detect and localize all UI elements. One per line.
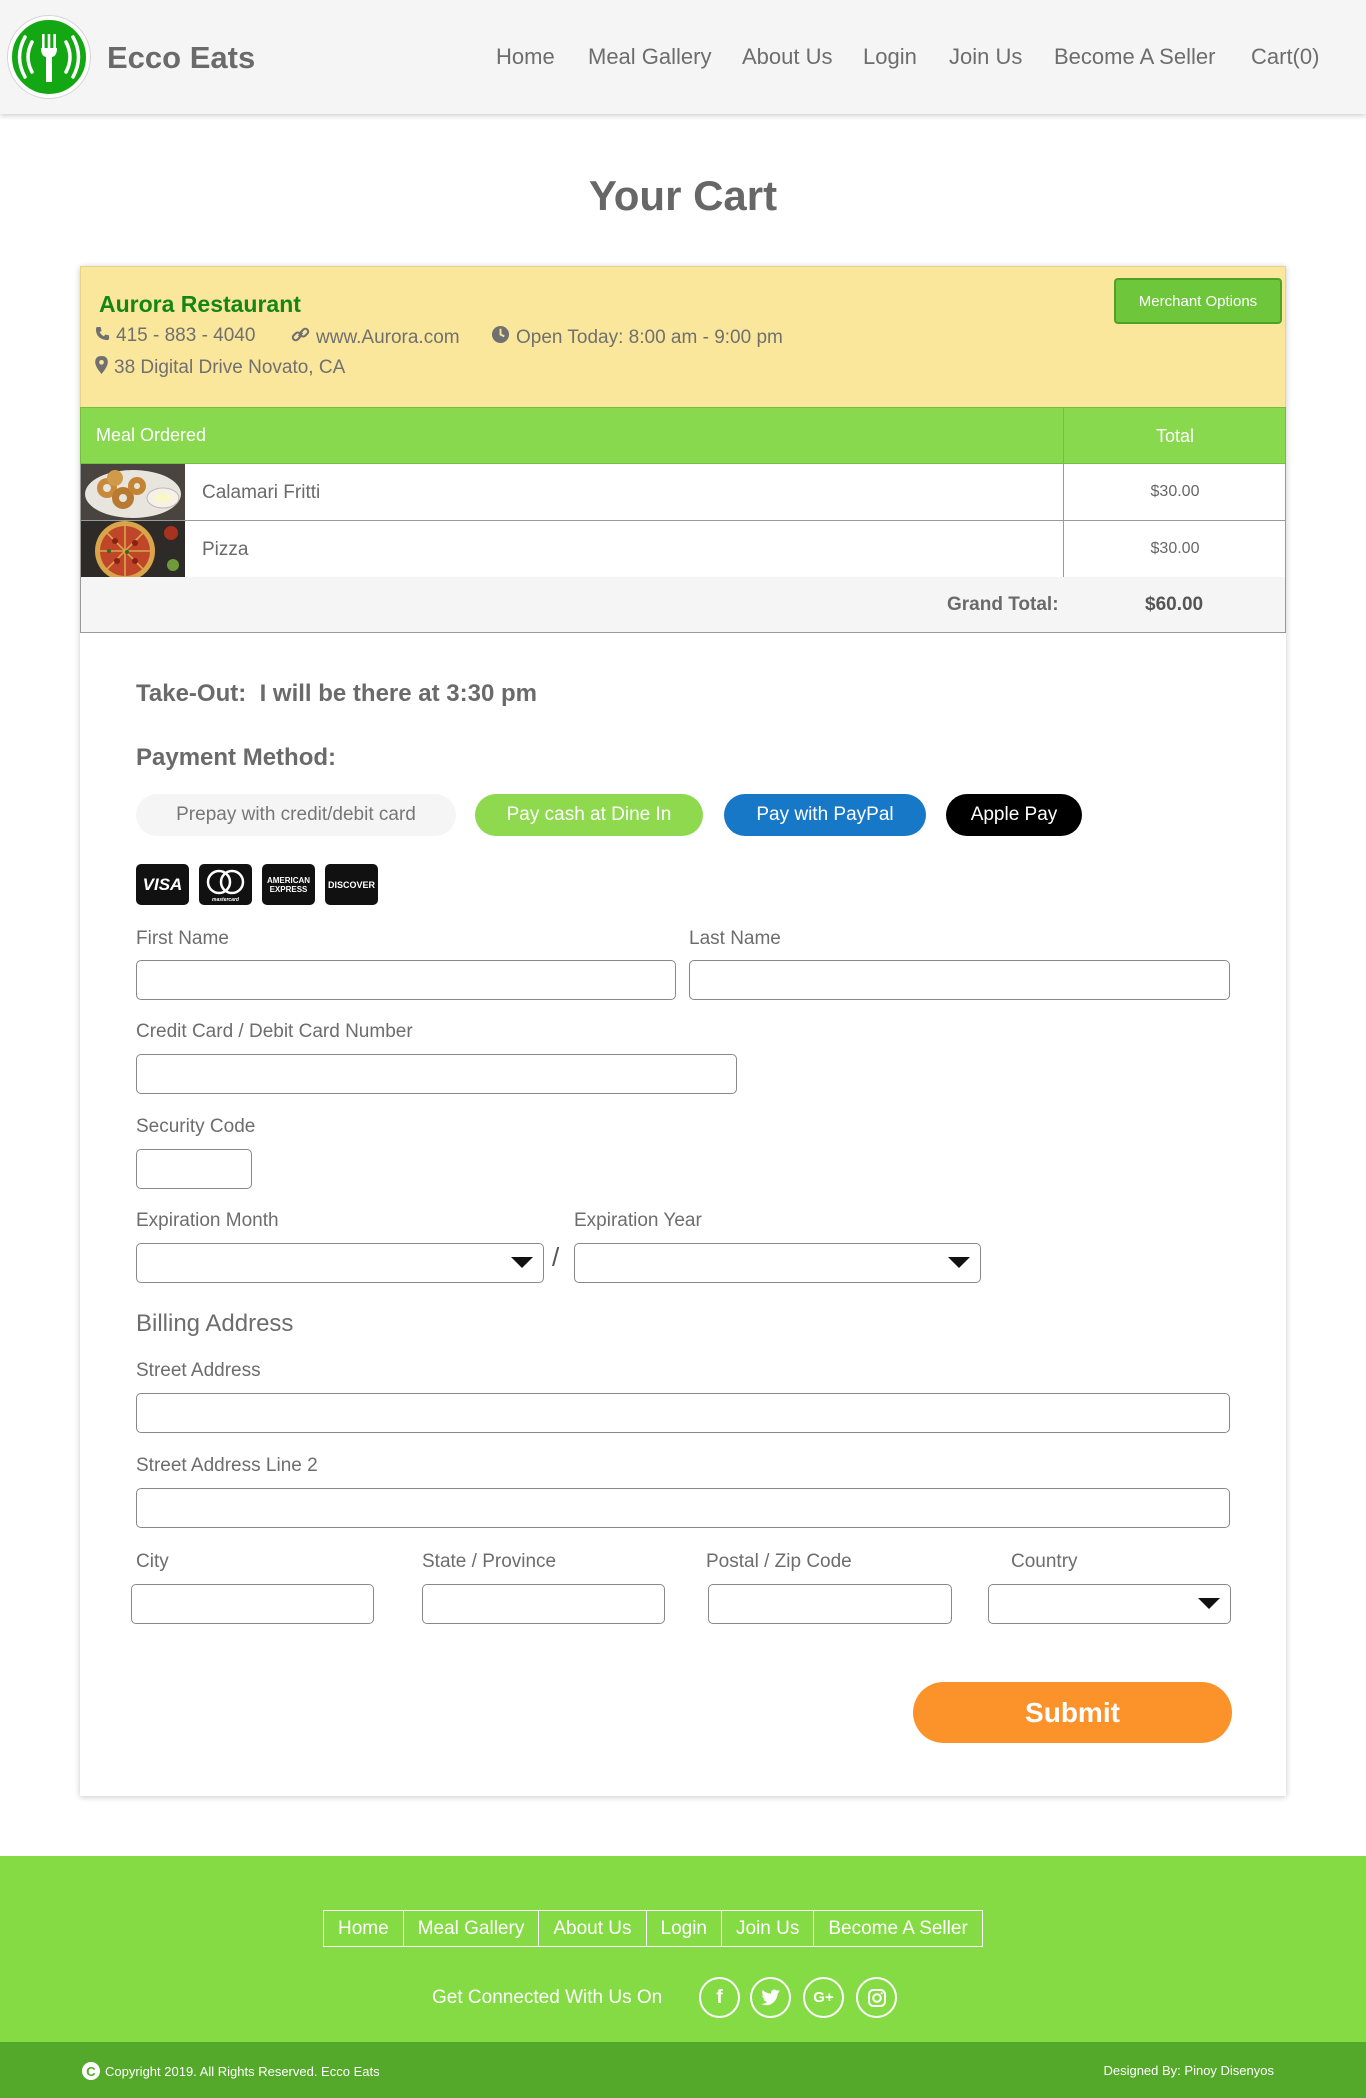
restaurant-name: Aurora Restaurant (99, 291, 301, 317)
takeout-info: Take-Out: I will be there at 3:30 pm (136, 680, 537, 707)
copyright-bar: C Copyright 2019. All Rights Reserved. E… (0, 2042, 1366, 2098)
state-input[interactable] (422, 1584, 665, 1624)
chevron-down-icon (948, 1257, 970, 1268)
restaurant-info: Aurora Restaurant 415 - 883 - 4040 www.A… (80, 266, 1286, 408)
nav-become-seller[interactable]: Become A Seller (1054, 44, 1215, 70)
merchant-options-button[interactable]: Merchant Options (1114, 278, 1282, 324)
nav-home[interactable]: Home (496, 44, 555, 70)
facebook-icon[interactable]: f (699, 1977, 740, 2018)
restaurant-address: 38 Digital Drive Novato, CA (95, 356, 345, 380)
apple-pay-option[interactable]: Apple Pay (946, 794, 1082, 836)
footer: Home Meal Gallery About Us Login Join Us… (0, 1856, 1366, 2042)
table-row: Pizza $30.00 (80, 521, 1286, 581)
last-name-input[interactable] (689, 960, 1230, 1000)
paypal-option[interactable]: Pay with PayPal (724, 794, 926, 836)
city-input[interactable] (131, 1584, 374, 1624)
twitter-icon[interactable] (750, 1977, 791, 2018)
get-connected-text: Get Connected With Us On (432, 1987, 663, 2008)
item-name: Pizza (202, 539, 249, 560)
street2-label: Street Address Line 2 (136, 1455, 318, 1476)
fork-logo-icon[interactable] (8, 16, 90, 98)
table-row: Calamari Fritti $30.00 (80, 464, 1286, 521)
chevron-down-icon (1198, 1598, 1220, 1609)
designed-by-text: Designed By: Pinoy Disenyos (1103, 2063, 1274, 2078)
first-name-input[interactable] (136, 960, 676, 1000)
street-input[interactable] (136, 1393, 1230, 1433)
restaurant-website[interactable]: www.Aurora.com (291, 325, 460, 350)
card-number-input[interactable] (136, 1054, 737, 1094)
zip-input[interactable] (708, 1584, 952, 1624)
item-price: $30.00 (1063, 464, 1286, 520)
phone-icon (95, 325, 110, 347)
date-separator: / (552, 1242, 560, 1272)
cart-card: Aurora Restaurant 415 - 883 - 4040 www.A… (80, 266, 1286, 1796)
nav-join-us[interactable]: Join Us (949, 44, 1022, 70)
copyright-icon: C (82, 2062, 100, 2080)
instagram-icon[interactable] (856, 1977, 897, 2018)
exp-month-select[interactable] (136, 1243, 544, 1283)
footer-nav-become-seller[interactable]: Become A Seller (814, 1911, 981, 1946)
grand-total-row: Grand Total: $60.00 (80, 577, 1286, 633)
copyright-text: C Copyright 2019. All Rights Reserved. E… (82, 2062, 380, 2080)
item-price: $30.00 (1063, 521, 1286, 577)
calamari-image (81, 464, 185, 520)
discover-icon: DISCOVER (325, 864, 378, 905)
city-label: City (136, 1551, 169, 1572)
exp-year-select[interactable] (574, 1243, 981, 1283)
street2-input[interactable] (136, 1488, 1230, 1528)
google-plus-icon[interactable]: G+ (803, 1977, 844, 2018)
top-navbar: Ecco Eats Home Meal Gallery About Us Log… (0, 0, 1366, 114)
nav-about-us[interactable]: About Us (742, 44, 833, 70)
nav-login[interactable]: Login (863, 44, 917, 70)
street-label: Street Address (136, 1360, 261, 1381)
chevron-down-icon (511, 1257, 533, 1268)
footer-nav-home[interactable]: Home (324, 1911, 404, 1946)
footer-nav-meal-gallery[interactable]: Meal Gallery (404, 1911, 540, 1946)
footer-nav-join-us[interactable]: Join Us (722, 1911, 815, 1946)
last-name-label: Last Name (689, 928, 781, 949)
map-marker-icon (95, 356, 108, 380)
prepay-card-option[interactable]: Prepay with credit/debit card (136, 794, 456, 836)
pizza-image (81, 521, 185, 581)
nav-meal-gallery[interactable]: Meal Gallery (588, 44, 711, 70)
restaurant-hours: Open Today: 8:00 am - 9:00 pm (491, 325, 783, 350)
footer-nav-about-us[interactable]: About Us (539, 1911, 647, 1946)
security-code-input[interactable] (136, 1149, 252, 1189)
brand-name[interactable]: Ecco Eats (107, 40, 255, 76)
footer-nav-login[interactable]: Login (647, 1911, 722, 1946)
col-meal-ordered: Meal Ordered (96, 425, 207, 445)
restaurant-phone: 415 - 883 - 4040 (95, 325, 255, 347)
item-name: Calamari Fritti (202, 482, 321, 503)
page-title: Your Cart (588, 172, 778, 219)
submit-button[interactable]: Submit (913, 1682, 1232, 1743)
security-code-label: Security Code (136, 1116, 256, 1137)
footer-nav: Home Meal Gallery About Us Login Join Us… (323, 1910, 983, 1947)
payment-method-title: Payment Method: (136, 744, 337, 771)
grand-total-value: $60.00 (1145, 594, 1204, 615)
billing-address-title: Billing Address (136, 1310, 294, 1337)
order-table-header: Meal Ordered Total (80, 407, 1286, 464)
exp-year-label: Expiration Year (574, 1210, 702, 1231)
amex-icon: AMERICAN EXPRESS (262, 864, 315, 905)
pay-cash-option[interactable]: Pay cash at Dine In (475, 794, 703, 836)
nav-cart[interactable]: Cart(0) (1251, 44, 1319, 70)
first-name-label: First Name (136, 928, 229, 949)
visa-icon: VISA (136, 864, 189, 905)
mastercard-icon: mastercard (199, 864, 252, 905)
country-select[interactable] (988, 1584, 1231, 1624)
grand-total-label: Grand Total: (947, 594, 1059, 615)
col-total: Total (1063, 408, 1286, 463)
country-label: Country (1011, 1551, 1078, 1572)
svg-text:mastercard: mastercard (212, 897, 240, 903)
card-number-label: Credit Card / Debit Card Number (136, 1021, 413, 1042)
exp-month-label: Expiration Month (136, 1210, 279, 1231)
state-label: State / Province (422, 1551, 557, 1572)
clock-icon (491, 325, 510, 350)
link-icon (291, 325, 310, 350)
zip-label: Postal / Zip Code (706, 1551, 852, 1572)
